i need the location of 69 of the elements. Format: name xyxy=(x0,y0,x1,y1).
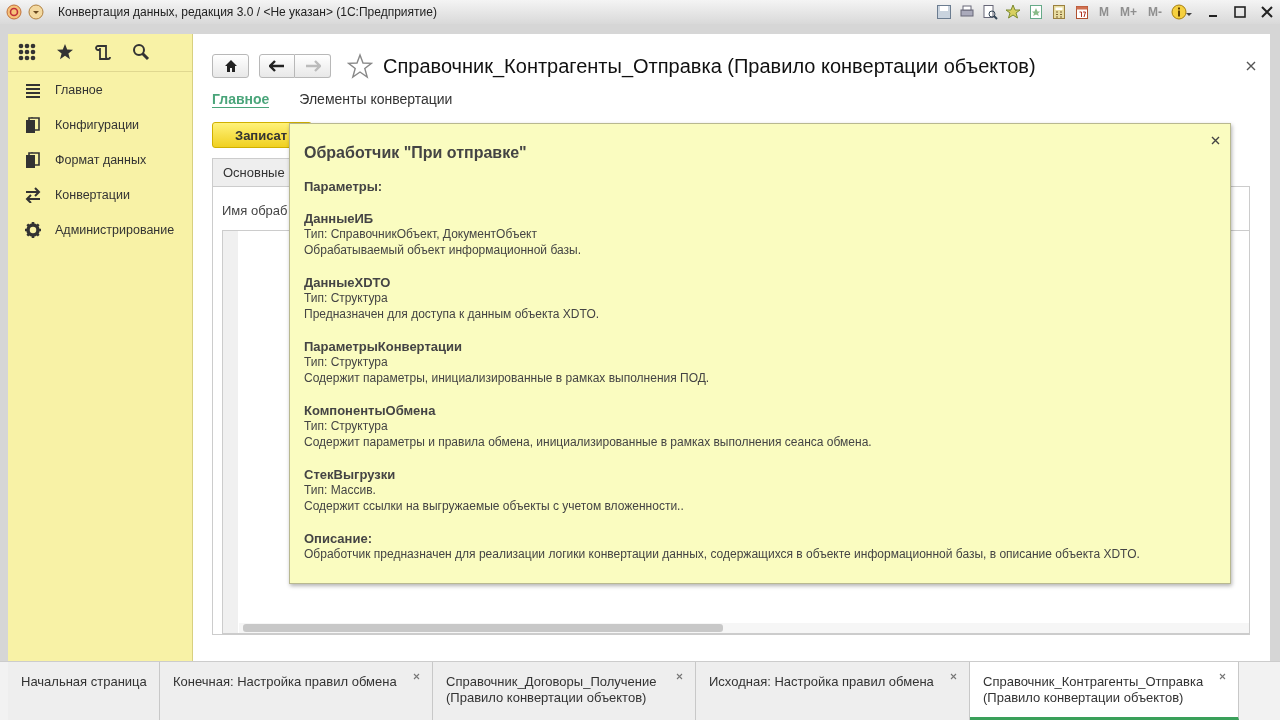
scrollbar-thumb[interactable] xyxy=(243,624,723,632)
bookmark-icon[interactable] xyxy=(1028,4,1044,20)
tab-label: Справочник_Контрагенты_Отправка xyxy=(983,674,1204,690)
tab-label: Начальная страница xyxy=(21,674,147,690)
parameter-name: СтекВыгрузки xyxy=(304,468,397,482)
maximize-icon[interactable] xyxy=(1233,5,1247,19)
list-icon xyxy=(25,81,41,98)
window-tab[interactable]: Исходная: Настройка правил обмена xyxy=(696,662,970,720)
window-tab[interactable]: Начальная страница xyxy=(8,662,160,720)
sidebar-item[interactable]: Формат данных xyxy=(8,142,192,177)
section-tab[interactable]: Элементы конвертации xyxy=(299,91,453,107)
parameter-type: Тип: СправочникОбъект, ДокументОбъект xyxy=(304,226,538,242)
window-tab[interactable]: Справочник_Контрагенты_Отправка (Правило конвертации объектов) xyxy=(970,662,1239,720)
print-icon[interactable] xyxy=(959,4,975,20)
sidebar-item[interactable]: Главное xyxy=(8,72,192,107)
search-icon[interactable] xyxy=(132,43,150,61)
field-label: Имя обраб xyxy=(222,203,289,218)
parameter-name: ПараметрыКонвертации xyxy=(304,340,463,354)
exchange-arrows-icon xyxy=(25,186,41,203)
close-icon[interactable] xyxy=(1260,5,1274,19)
preview-icon[interactable] xyxy=(982,4,998,20)
parameter-name: КомпонентыОбмена xyxy=(304,404,437,418)
documents-icon xyxy=(25,151,41,168)
star-icon[interactable] xyxy=(56,43,74,61)
documents-icon xyxy=(25,116,41,133)
dropdown-icon[interactable] xyxy=(28,4,44,20)
sidebar-item[interactable]: Конфигурации xyxy=(8,107,192,142)
close-icon[interactable] xyxy=(1246,61,1256,71)
apps-grid-icon[interactable] xyxy=(18,43,36,61)
tab-label: Справочник_Договоры_Получение xyxy=(446,674,657,690)
parameter-description: Предназначен для доступа к данным объекта XDTO. xyxy=(304,306,601,322)
description-heading: Описание: xyxy=(304,532,373,546)
parameter-type: Тип: Структура xyxy=(304,418,389,434)
save-icon[interactable] xyxy=(936,4,952,20)
info-icon[interactable] xyxy=(1171,4,1193,20)
tab-label: (Правило конвертации объектов) xyxy=(983,690,1185,706)
horizontal-scrollbar[interactable] xyxy=(239,623,1249,633)
back-arrow-icon xyxy=(269,60,285,72)
parameter-description: Обрабатываемый объект информационной базы. xyxy=(304,242,582,258)
home-button[interactable] xyxy=(212,54,249,78)
sidebar-item[interactable]: Конвертации xyxy=(8,177,192,212)
home-icon xyxy=(223,59,238,73)
parameter-name: ДанныеXDTO xyxy=(304,276,392,290)
window-tab[interactable]: Справочник_Договоры_Получение (Правило конвертации объектов) xyxy=(433,662,696,720)
parameter-description: Содержит ссылки на выгружаемые объекты с учетом вложенности.. xyxy=(304,498,685,514)
sidebar-item[interactable]: Администрирование xyxy=(8,212,192,247)
tab-label: (Правило конвертации объектов) xyxy=(446,690,648,706)
parameter-description: Содержит параметры, инициализированные в рамках выполнения ПОД. xyxy=(304,370,711,386)
calendar-icon[interactable] xyxy=(1074,4,1090,20)
calculator-icon[interactable] xyxy=(1051,4,1067,20)
parameter-type: Тип: Структура xyxy=(304,290,389,306)
parameter-description: Содержит параметры и правила обмена, инициализированные в рамках выполнения сеанса обмена. xyxy=(304,434,873,450)
parameter-name: ДанныеИБ xyxy=(304,212,375,226)
tab-label: Конечная: Настройка правил обмена xyxy=(173,674,397,690)
parameter-type: Тип: Массив. xyxy=(304,482,377,498)
page-title: Справочник_Контрагенты_Отправка (Правило конвертации объектов) xyxy=(383,54,1037,78)
forward-arrow-icon xyxy=(304,60,321,72)
app-logo-icon xyxy=(6,4,22,20)
parameter-type: Тип: Структура xyxy=(304,354,389,370)
close-icon[interactable] xyxy=(1211,136,1220,145)
window-tab[interactable]: Конечная: Настройка правил обмена xyxy=(160,662,433,720)
parameters-heading: Параметры: xyxy=(304,179,384,194)
back-button[interactable] xyxy=(259,54,295,78)
history-icon[interactable] xyxy=(94,43,112,61)
tab-label: Исходная: Настройка правил обмена xyxy=(709,674,934,690)
favorite-star-icon[interactable] xyxy=(347,53,373,79)
gear-icon xyxy=(25,221,41,238)
window-title: Конвертация данных, редакция 3.0 / <Не указан> (1С:Предприятие) xyxy=(58,5,438,19)
description-text: Обработчик предназначен для реализации логики конвертации данных, содержащихся в объекте информационной базы, в описание объекта XDTO. xyxy=(304,546,1141,562)
